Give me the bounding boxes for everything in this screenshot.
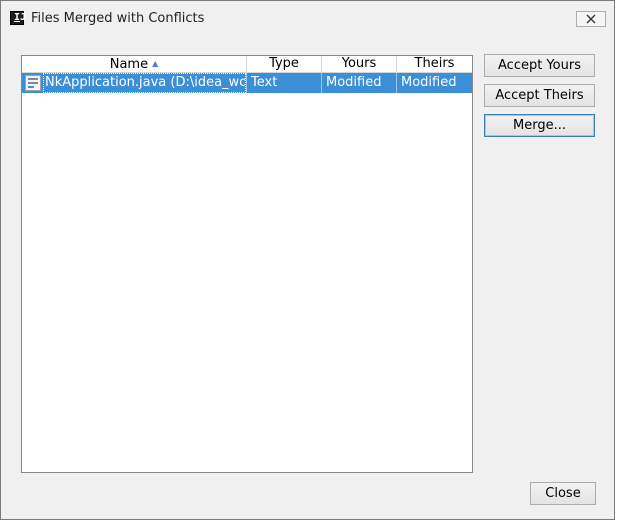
title-bar[interactable]: IJ Files Merged with Conflicts	[1, 1, 614, 37]
java-file-icon	[25, 75, 41, 91]
cell-name: NkApplication.java (D:\idea_worksp	[22, 73, 247, 93]
conflicts-table: Name ▲ Type Yours Theirs NkApplication.ja…	[21, 55, 473, 473]
accept-theirs-button[interactable]: Accept Theirs	[484, 84, 595, 107]
table-row[interactable]: NkApplication.java (D:\idea_worksp Text …	[22, 73, 472, 93]
column-header-type[interactable]: Type	[247, 56, 322, 73]
close-window-button[interactable]	[576, 11, 606, 27]
merge-button[interactable]: Merge...	[484, 114, 595, 137]
close-button[interactable]: Close	[530, 482, 596, 505]
cell-type: Text	[247, 73, 322, 93]
column-header-name[interactable]: Name ▲	[22, 56, 247, 73]
column-header-yours[interactable]: Yours	[322, 56, 397, 73]
window-title: Files Merged with Conflicts	[31, 11, 205, 26]
dialog-window: IJ Files Merged with Conflicts Name ▲ Typ…	[0, 0, 615, 520]
accept-yours-button[interactable]: Accept Yours	[484, 54, 595, 77]
cell-theirs: Modified	[401, 75, 457, 90]
column-header-theirs[interactable]: Theirs	[397, 56, 472, 73]
file-name: NkApplication.java (D:\idea_worksp	[43, 73, 246, 93]
table-header: Name ▲ Type Yours Theirs	[22, 56, 472, 73]
intellij-app-icon: IJ	[10, 11, 26, 25]
cell-yours: Modified	[322, 73, 397, 93]
sort-ascending-icon: ▲	[152, 59, 159, 68]
close-icon	[586, 14, 596, 24]
